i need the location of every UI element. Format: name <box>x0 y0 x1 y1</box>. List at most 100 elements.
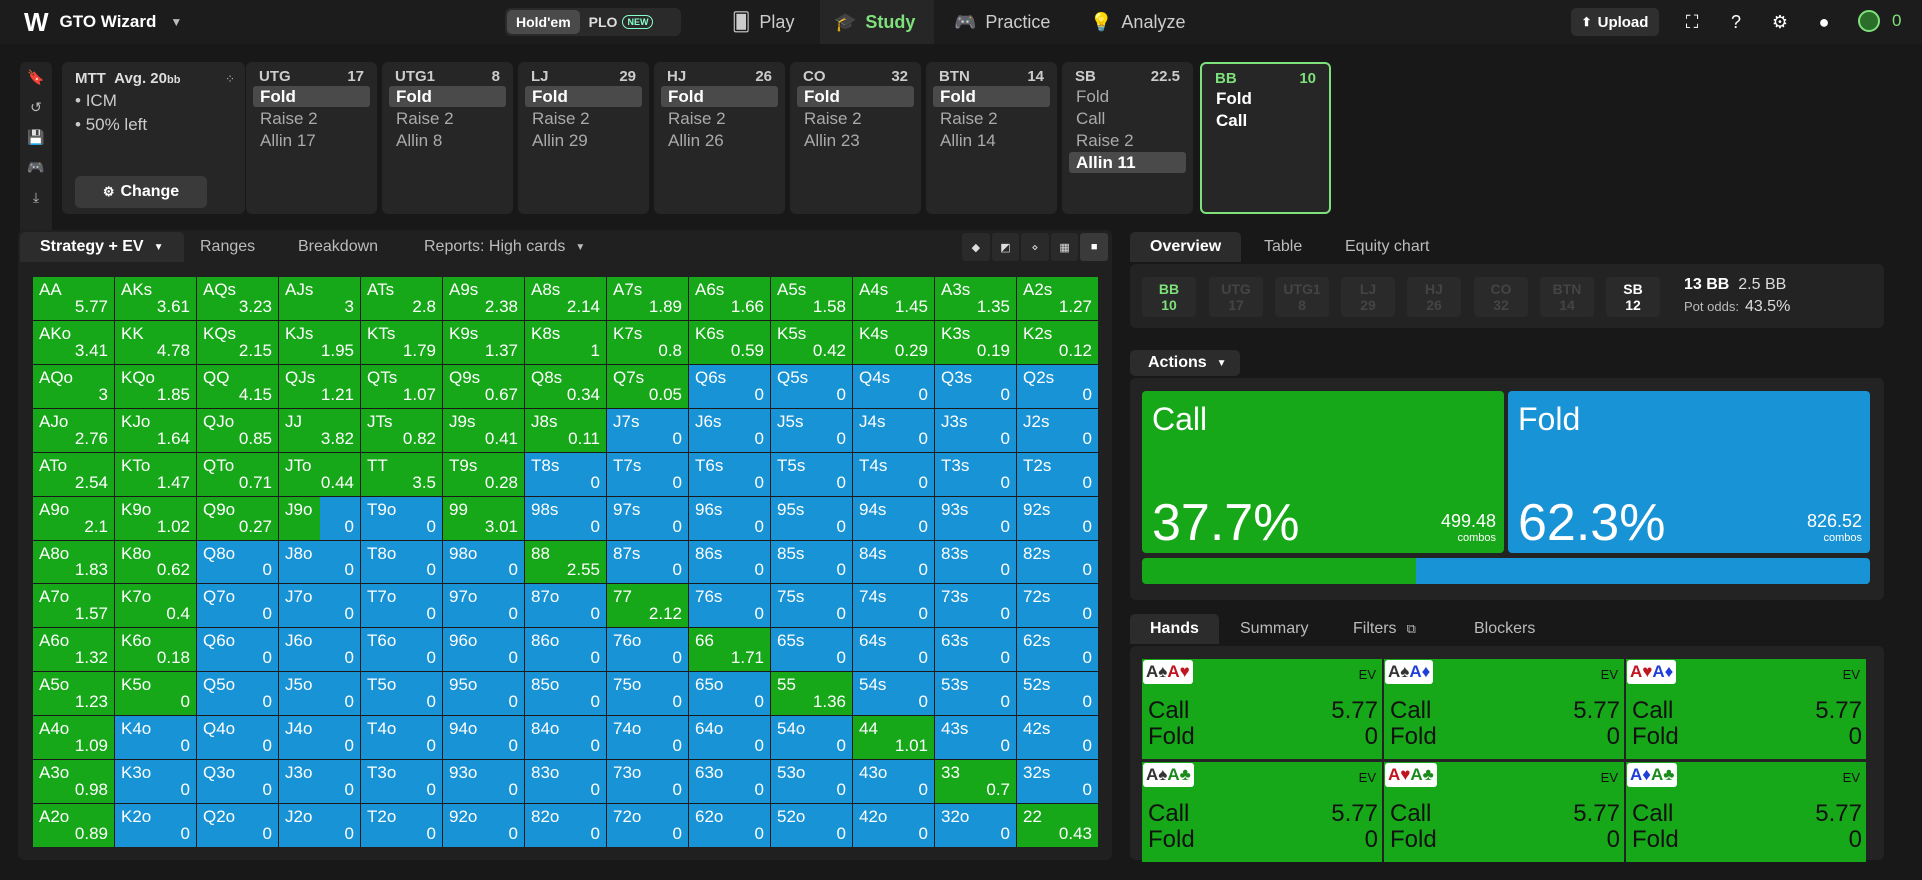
hand-cell[interactable]: Q7o 0 <box>197 584 278 628</box>
tab-table[interactable]: Table <box>1244 232 1322 262</box>
position-action[interactable]: Raise 2 <box>253 108 370 129</box>
hand-cell[interactable]: JTo 0.44 <box>279 452 360 496</box>
tab-filters[interactable]: Filters ⧉ <box>1333 614 1436 644</box>
chip-bb[interactable]: BB 10 <box>1142 277 1196 317</box>
hand-cell[interactable]: 92o 0 <box>443 804 524 847</box>
hand-cell[interactable]: 53o 0 <box>771 760 852 804</box>
plo-option[interactable]: PLO NEW <box>580 10 663 34</box>
hand-cell[interactable]: T3o 0 <box>361 760 442 804</box>
hand-cell[interactable]: KQo 1.85 <box>115 364 196 408</box>
hand-cell[interactable]: 75o 0 <box>607 672 688 716</box>
hand-cell[interactable]: T4s 0 <box>853 452 934 496</box>
hand-cell[interactable]: 52s 0 <box>1017 672 1098 716</box>
position-action[interactable]: Fold <box>1209 88 1322 109</box>
chevron-down-icon[interactable]: ▼ <box>170 15 182 29</box>
hand-cell[interactable]: 83s 0 <box>935 540 1016 584</box>
position-action[interactable]: Raise 2 <box>1069 130 1186 151</box>
hand-cell[interactable]: J5o 0 <box>279 672 360 716</box>
tab-overview[interactable]: Overview <box>1130 232 1242 262</box>
hand-cell[interactable]: K9o 1.02 <box>115 496 196 540</box>
hand-cell[interactable]: 64s 0 <box>853 628 934 672</box>
coin-balance[interactable]: 0 <box>1858 10 1901 32</box>
hand-cell[interactable]: K2s 0.12 <box>1017 320 1098 364</box>
hand-cell[interactable]: KJs 1.95 <box>279 320 360 364</box>
hand-cell[interactable]: Q8s 0.34 <box>525 364 606 408</box>
chip-co[interactable]: CO 32 <box>1474 277 1528 317</box>
gamepad-icon[interactable]: 🎮 <box>20 152 52 182</box>
hand-combo-card[interactable]: A♥A♦ EV Call 5.77 Fold 0 <box>1626 659 1866 759</box>
tab-reports[interactable]: Reports: High cards ▼ <box>404 232 605 262</box>
hand-cell[interactable]: 76o 0 <box>607 628 688 672</box>
hand-cell[interactable]: Q5s 0 <box>771 364 852 408</box>
position-card-co[interactable]: CO 32 Fold Raise 2 Allin 23 <box>790 62 921 214</box>
hand-cell[interactable]: K9s 1.37 <box>443 320 524 364</box>
hand-cell[interactable]: KJo 1.64 <box>115 408 196 452</box>
hand-cell[interactable]: ATo 2.54 <box>33 452 114 496</box>
hand-cell[interactable]: K5s 0.42 <box>771 320 852 364</box>
hand-cell[interactable]: 85s 0 <box>771 540 852 584</box>
cube-icon[interactable]: ◆ <box>962 233 990 261</box>
hand-cell[interactable]: 73s 0 <box>935 584 1016 628</box>
hand-cell[interactable]: A8s 2.14 <box>525 277 606 320</box>
position-card-utg1[interactable]: UTG1 8 Fold Raise 2 Allin 8 <box>382 62 513 214</box>
hand-cell[interactable]: QJs 1.21 <box>279 364 360 408</box>
hand-cell[interactable]: 63s 0 <box>935 628 1016 672</box>
hand-cell[interactable]: A3s 1.35 <box>935 277 1016 320</box>
hand-cell[interactable]: A9s 2.38 <box>443 277 524 320</box>
hand-cell[interactable]: J2s 0 <box>1017 408 1098 452</box>
nav-play[interactable]: 🂠 Play <box>730 0 830 44</box>
hand-cell[interactable]: T2o 0 <box>361 804 442 847</box>
hand-cell[interactable]: 74o 0 <box>607 716 688 760</box>
position-action[interactable]: Fold <box>525 86 642 107</box>
compact-icon[interactable]: ⋄ <box>1021 233 1049 261</box>
hand-cell[interactable]: Q2o 0 <box>197 804 278 847</box>
help-icon[interactable]: ? <box>1724 10 1748 34</box>
hand-cell[interactable]: 75s 0 <box>771 584 852 628</box>
tab-hands[interactable]: Hands <box>1130 614 1219 644</box>
chip-lj[interactable]: LJ 29 <box>1341 277 1395 317</box>
hand-cell[interactable]: J3o 0 <box>279 760 360 804</box>
hand-cell[interactable]: K6s 0.59 <box>689 320 770 364</box>
hand-cell[interactable]: 83o 0 <box>525 760 606 804</box>
position-action[interactable]: Raise 2 <box>933 108 1050 129</box>
hand-cell[interactable]: T5s 0 <box>771 452 852 496</box>
hand-cell[interactable]: QQ 4.15 <box>197 364 278 408</box>
change-button[interactable]: ⚙ Change <box>75 176 207 208</box>
hand-cell[interactable]: J8o 0 <box>279 540 360 584</box>
hand-cell[interactable]: 74s 0 <box>853 584 934 628</box>
hand-cell[interactable]: A7o 1.57 <box>33 584 114 628</box>
hand-combo-card[interactable]: A♦A♣ EV Call 5.77 Fold 0 <box>1626 762 1866 862</box>
hand-cell[interactable]: 22 0.43 <box>1017 804 1098 847</box>
hand-cell[interactable]: QTo 0.71 <box>197 452 278 496</box>
hand-cell[interactable]: Q3o 0 <box>197 760 278 804</box>
position-card-bb[interactable]: BB 10 Fold Call <box>1200 62 1331 214</box>
hand-cell[interactable]: Q8o 0 <box>197 540 278 584</box>
hand-cell[interactable]: 97s 0 <box>607 496 688 540</box>
hand-cell[interactable]: 44 1.01 <box>853 716 934 760</box>
position-card-utg[interactable]: UTG 17 Fold Raise 2 Allin 17 <box>246 62 377 214</box>
gear-icon[interactable]: ⚙ <box>1768 10 1792 34</box>
hand-cell[interactable]: Q4o 0 <box>197 716 278 760</box>
hand-cell[interactable]: J8s 0.11 <box>525 408 606 452</box>
hand-cell[interactable]: 99 3.01 <box>443 496 524 540</box>
upload-button[interactable]: ⬆ Upload <box>1571 8 1659 36</box>
hand-cell[interactable]: T3s 0 <box>935 452 1016 496</box>
hand-cell[interactable]: Q9o 0.27 <box>197 496 278 540</box>
hand-cell[interactable]: 73o 0 <box>607 760 688 804</box>
position-action[interactable]: Allin 8 <box>389 130 506 151</box>
hand-cell[interactable]: 54s 0 <box>853 672 934 716</box>
hand-cell[interactable]: K4o 0 <box>115 716 196 760</box>
hand-cell[interactable]: 82s 0 <box>1017 540 1098 584</box>
hand-cell[interactable]: J7s 0 <box>607 408 688 452</box>
square-icon[interactable]: ■ <box>1080 233 1108 261</box>
hand-cell[interactable]: T4o 0 <box>361 716 442 760</box>
hand-cell[interactable]: 98s 0 <box>525 496 606 540</box>
hand-cell[interactable]: 43o 0 <box>853 760 934 804</box>
hand-cell[interactable]: TT 3.5 <box>361 452 442 496</box>
position-action[interactable]: Raise 2 <box>389 108 506 129</box>
hand-cell[interactable]: 87s 0 <box>607 540 688 584</box>
hand-cell[interactable]: K2o 0 <box>115 804 196 847</box>
hand-combo-card[interactable]: A♥A♣ EV Call 5.77 Fold 0 <box>1384 762 1624 862</box>
hand-combo-card[interactable]: A♠A♦ EV Call 5.77 Fold 0 <box>1384 659 1624 759</box>
position-action[interactable]: Fold <box>389 86 506 107</box>
